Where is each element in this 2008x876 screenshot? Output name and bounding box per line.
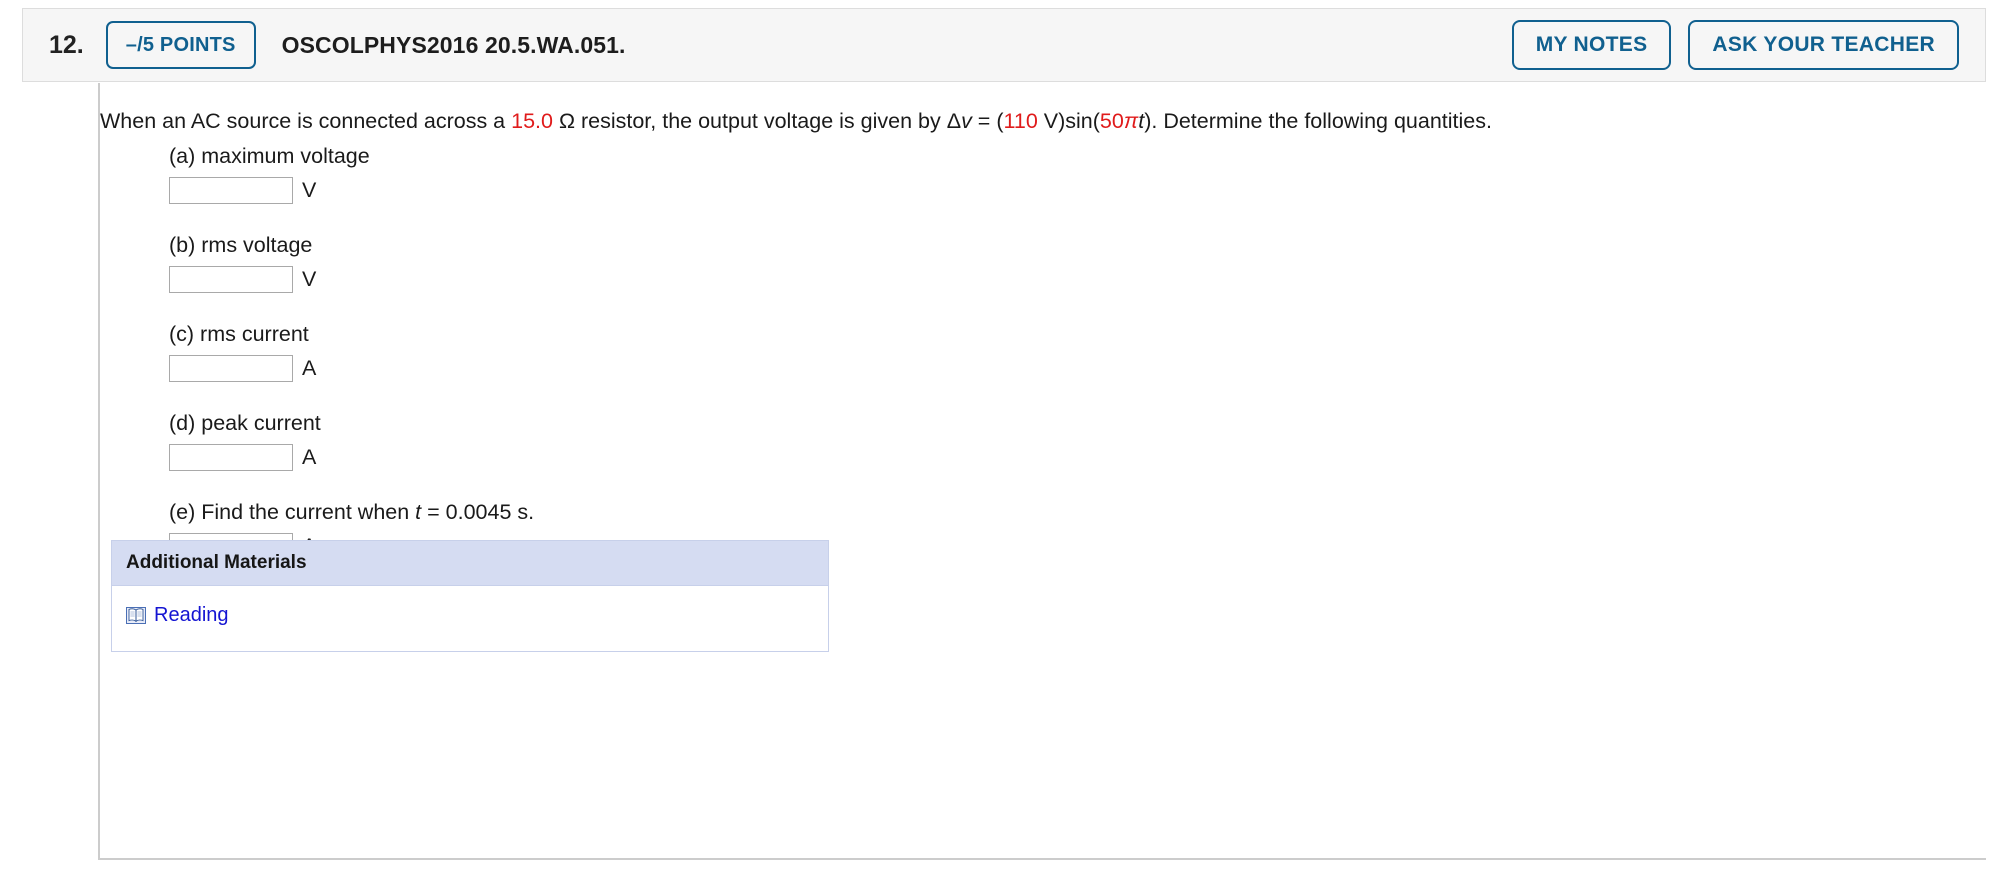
additional-materials-body: Reading bbox=[112, 586, 828, 651]
part-d-input[interactable] bbox=[169, 443, 293, 471]
header-actions: MY NOTES ASK YOUR TEACHER bbox=[1511, 20, 1959, 70]
prompt-text-1: When an AC source is connected across a bbox=[100, 109, 512, 133]
part-d-answer-row: A bbox=[169, 443, 534, 471]
prompt-text-5: ). Determine the following quantities. bbox=[1144, 109, 1492, 133]
prompt-text-3: = ( bbox=[971, 109, 1004, 133]
prompt-pi-symbol: π bbox=[1123, 109, 1139, 133]
part-b-input[interactable] bbox=[169, 265, 293, 293]
part-b-label: (b) rms voltage bbox=[169, 232, 313, 257]
points-button[interactable]: –/5 POINTS bbox=[105, 21, 256, 69]
part-c-answer-row: A bbox=[169, 354, 534, 382]
part-d: (d) peak current A bbox=[169, 410, 534, 471]
additional-materials-panel: Additional Materials Reading bbox=[111, 540, 829, 652]
question-code: OSCOLPHYS2016 20.5.WA.051. bbox=[281, 31, 626, 58]
part-e-suffix: = 0.0045 s. bbox=[421, 499, 535, 524]
part-a-answer-row: V bbox=[169, 176, 534, 204]
question-header-bar: 12. –/5 POINTS OSCOLPHYS2016 20.5.WA.051… bbox=[22, 8, 1986, 82]
prompt-text-4: V)sin( bbox=[1037, 109, 1100, 133]
part-a-unit: V bbox=[302, 177, 317, 202]
prompt-text-2: Ω resistor, the output voltage is given … bbox=[552, 109, 947, 133]
part-d-label: (d) peak current bbox=[169, 410, 321, 435]
part-b-answer-row: V bbox=[169, 265, 534, 293]
reading-link-label: Reading bbox=[154, 604, 229, 626]
prompt-v-symbol: v bbox=[961, 109, 972, 133]
prompt-value-resistance: 15.0 bbox=[511, 109, 553, 133]
part-c-input[interactable] bbox=[169, 354, 293, 382]
part-a: (a) maximum voltage V bbox=[169, 143, 534, 204]
part-c-unit: A bbox=[302, 355, 317, 380]
part-b: (b) rms voltage V bbox=[169, 232, 534, 293]
ask-your-teacher-button[interactable]: ASK YOUR TEACHER bbox=[1688, 20, 1959, 70]
additional-materials-title: Additional Materials bbox=[112, 541, 828, 586]
question-number: 12. bbox=[49, 30, 84, 59]
question-parts-list: (a) maximum voltage V (b) rms voltage V … bbox=[169, 143, 534, 560]
part-e-prefix: (e) Find the current when bbox=[169, 499, 416, 524]
part-d-unit: A bbox=[302, 444, 317, 469]
my-notes-button[interactable]: MY NOTES bbox=[1511, 20, 1672, 70]
book-icon bbox=[126, 607, 146, 624]
prompt-value-voltage: 110 bbox=[1003, 109, 1038, 133]
part-b-unit: V bbox=[302, 266, 317, 291]
question-body-panel: When an AC source is connected across a … bbox=[98, 83, 1986, 860]
question-prompt: When an AC source is connected across a … bbox=[100, 107, 1492, 136]
part-c-label: (c) rms current bbox=[169, 321, 309, 346]
prompt-delta-symbol: Δ bbox=[946, 109, 962, 133]
part-a-label: (a) maximum voltage bbox=[169, 144, 370, 168]
part-e-label: (e) Find the current when t = 0.0045 s. bbox=[169, 499, 534, 527]
prompt-value-frequency: 50 bbox=[1099, 109, 1124, 133]
part-a-input[interactable] bbox=[169, 176, 293, 204]
part-c: (c) rms current A bbox=[169, 321, 534, 382]
reading-link[interactable]: Reading bbox=[126, 604, 229, 627]
